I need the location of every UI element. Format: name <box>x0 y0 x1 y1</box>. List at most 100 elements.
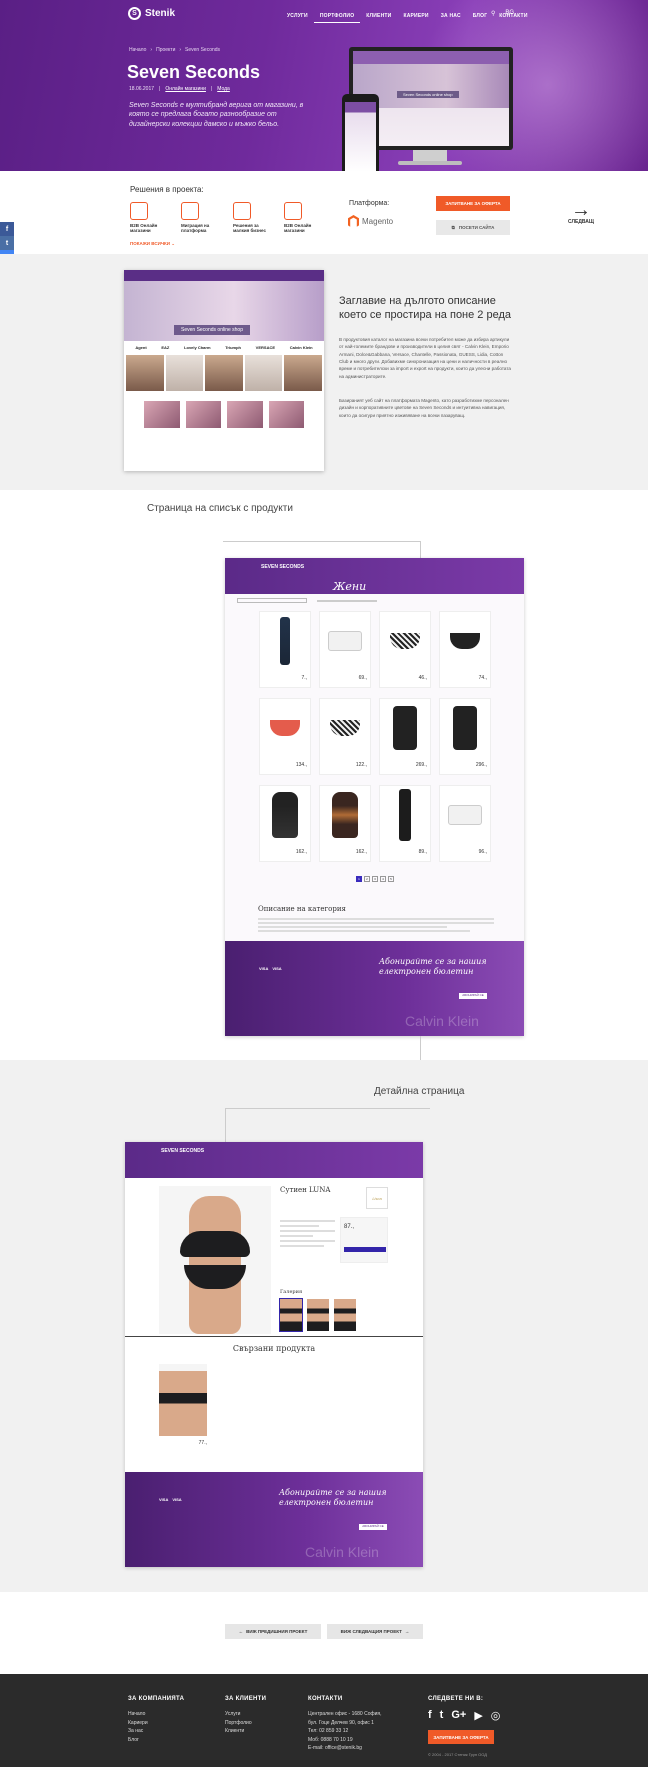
overview-paragraph: Базираният уеб сайт на платформата Magen… <box>339 398 509 418</box>
next-project-link[interactable]: → СЛЕДВАЩ <box>568 199 594 225</box>
product-card[interactable]: 89., <box>379 785 431 862</box>
lang-switch[interactable]: BG <box>505 10 514 17</box>
page-title: Seven Seconds <box>127 62 261 82</box>
product-card[interactable]: 96., <box>439 785 491 862</box>
subscribe-button[interactable]: АБОНИРАЙ СЕ <box>459 993 487 999</box>
product-detail-screenshot: SEVEN SECONDS Сутиен LUNA Lisca 87., Гал… <box>125 1142 423 1567</box>
brand-badge: Lisca <box>366 1187 388 1209</box>
product-card[interactable]: 162., <box>259 785 311 862</box>
product-card[interactable]: 74., <box>439 611 491 688</box>
solutions-title: Решения в проекта: <box>130 185 204 194</box>
platform-label: Платформа: <box>349 200 390 207</box>
product-price: 122., <box>355 762 367 768</box>
solution-item[interactable]: B2B Онлайн магазини <box>130 202 170 234</box>
category-link-fashion[interactable]: Мода <box>217 86 230 92</box>
facebook-icon[interactable]: f <box>428 1709 432 1722</box>
footer-email[interactable]: E-mail: office@stenik.bg <box>308 1744 381 1753</box>
nav-careers[interactable]: КАРИЕРИ <box>397 10 434 23</box>
product-card[interactable]: 134., <box>259 698 311 775</box>
divider-line <box>225 1108 430 1142</box>
divider-line <box>223 541 421 558</box>
product-price: 162., <box>355 849 367 855</box>
product-image <box>440 699 490 757</box>
twitter-icon[interactable]: t <box>440 1709 444 1722</box>
visit-site-button[interactable]: ⧉ ПОСЕТИ САЙТА <box>436 220 510 235</box>
mockup-label: Seven Seconds online shop <box>397 91 459 98</box>
google-plus-icon[interactable]: G+ <box>451 1709 466 1722</box>
product-card[interactable]: 7., <box>259 611 311 688</box>
footer-link[interactable]: Услуги <box>225 1710 266 1719</box>
footer-clients: ЗА КЛИЕНТИ Услуги Портфолио Клиенти <box>225 1696 267 1736</box>
product-card[interactable]: 122., <box>319 698 371 775</box>
breadcrumb: Начало › Проекти › Seven Seconds <box>129 47 221 53</box>
product-image <box>260 612 310 670</box>
cart-icon <box>284 202 302 220</box>
external-link-icon: ⧉ <box>451 225 455 230</box>
page-link[interactable]: 4 <box>380 876 386 882</box>
product-image <box>440 786 490 844</box>
product-card[interactable]: 269., <box>379 698 431 775</box>
show-all-solutions-link[interactable]: ПОКАЖИ ВСИЧКИ ⌄ <box>130 241 175 247</box>
section-heading-list: Страница на списък с продукти <box>147 503 293 514</box>
page-link[interactable]: 3 <box>372 876 378 882</box>
nav-services[interactable]: УСЛУГИ <box>281 10 314 23</box>
section-heading-detail: Детайлна страница <box>374 1086 465 1097</box>
footer-link[interactable]: Портфолио <box>225 1719 266 1728</box>
footer-company: ЗА КОМПАНИЯТА Начало Кариери За нас Блог <box>128 1696 185 1745</box>
instagram-icon[interactable]: ◎ <box>491 1709 501 1722</box>
prev-project-button[interactable]: ← ВИЖ ПРЕДИШНИЯ ПРОЕКТ <box>225 1624 321 1639</box>
nav-clients[interactable]: КЛИЕНТИ <box>360 10 397 23</box>
product-card[interactable]: 296., <box>439 698 491 775</box>
quote-button[interactable]: ЗАПИТВАНЕ ЗА ОФЕРТА <box>436 196 510 211</box>
mock-category-title: Жени <box>333 580 367 593</box>
thumb[interactable] <box>279 1298 303 1332</box>
footer-quote-button[interactable]: ЗАПИТВАНЕ ЗА ОФЕРТА <box>428 1730 494 1744</box>
add-to-cart-button[interactable] <box>344 1247 386 1252</box>
related-product-image[interactable] <box>159 1364 207 1436</box>
footer-link[interactable]: Клиенти <box>225 1727 266 1736</box>
product-price: 7., <box>301 675 307 681</box>
gallery-label: Галерия <box>280 1289 303 1295</box>
tumblr-icon[interactable]: t <box>0 236 14 250</box>
category-link-online-shops[interactable]: Онлайн магазини <box>165 86 206 92</box>
page-link[interactable]: 2 <box>364 876 370 882</box>
logo[interactable]: S Stenik <box>128 7 175 20</box>
product-card[interactable]: 69., <box>319 611 371 688</box>
nav-tools: ⚲ BG <box>491 10 514 17</box>
search-icon[interactable]: ⚲ <box>491 10 495 17</box>
footer-link[interactable]: Кариери <box>128 1719 184 1728</box>
facebook-icon[interactable]: f <box>0 222 14 236</box>
arrow-left-icon: ← <box>238 1629 244 1634</box>
product-list-screenshot: SEVEN SECONDS Жени 7., 69., 46., 74., 134., 12… <box>225 558 524 1036</box>
product-price: 74., <box>478 675 487 681</box>
footer-link[interactable]: Блог <box>128 1736 184 1745</box>
product-card[interactable]: 46., <box>379 611 431 688</box>
breadcrumb-home[interactable]: Начало <box>129 47 146 53</box>
nav-portfolio[interactable]: ПОРТФОЛИО <box>313 10 361 23</box>
nav-about[interactable]: ЗА НАС <box>435 10 467 23</box>
footer-social: f t G+ ▶ ◎ <box>428 1709 500 1722</box>
solution-item[interactable]: Решения за малкия бизнес <box>233 202 273 234</box>
pagination: 1 2 3 4 5 <box>356 876 394 882</box>
footer-link[interactable]: За нас <box>128 1727 184 1736</box>
mock-footer: VISA VISA Абонирайте се за нашия електрон… <box>225 941 524 1036</box>
buy-box: 87., <box>340 1217 388 1263</box>
page-link[interactable]: 1 <box>356 876 362 882</box>
thumb[interactable] <box>334 1299 356 1331</box>
page-link[interactable]: 5 <box>388 876 394 882</box>
product-title: Сутиен LUNA <box>280 1186 331 1194</box>
copyright: © 2004 - 2017 Стеник Груп ООД <box>428 1752 487 1757</box>
nav-blog[interactable]: БЛОГ <box>467 10 494 23</box>
product-card[interactable]: 162., <box>319 785 371 862</box>
arrow-right-icon: → <box>570 199 591 221</box>
next-project-button[interactable]: ВИЖ СЛЕДВАЩИЯ ПРОЕКТ → <box>327 1624 423 1639</box>
product-price: 46., <box>418 675 427 681</box>
footer-link[interactable]: Начало <box>128 1710 184 1719</box>
product-price: 69., <box>358 675 367 681</box>
youtube-icon[interactable]: ▶ <box>474 1709 482 1722</box>
solution-item[interactable]: Миграция на платформа <box>181 202 221 234</box>
solution-item[interactable]: B2B Онлайн магазини <box>284 202 324 234</box>
breadcrumb-projects[interactable]: Проекти <box>156 47 175 53</box>
thumb[interactable] <box>307 1299 329 1331</box>
product-image <box>380 699 430 757</box>
